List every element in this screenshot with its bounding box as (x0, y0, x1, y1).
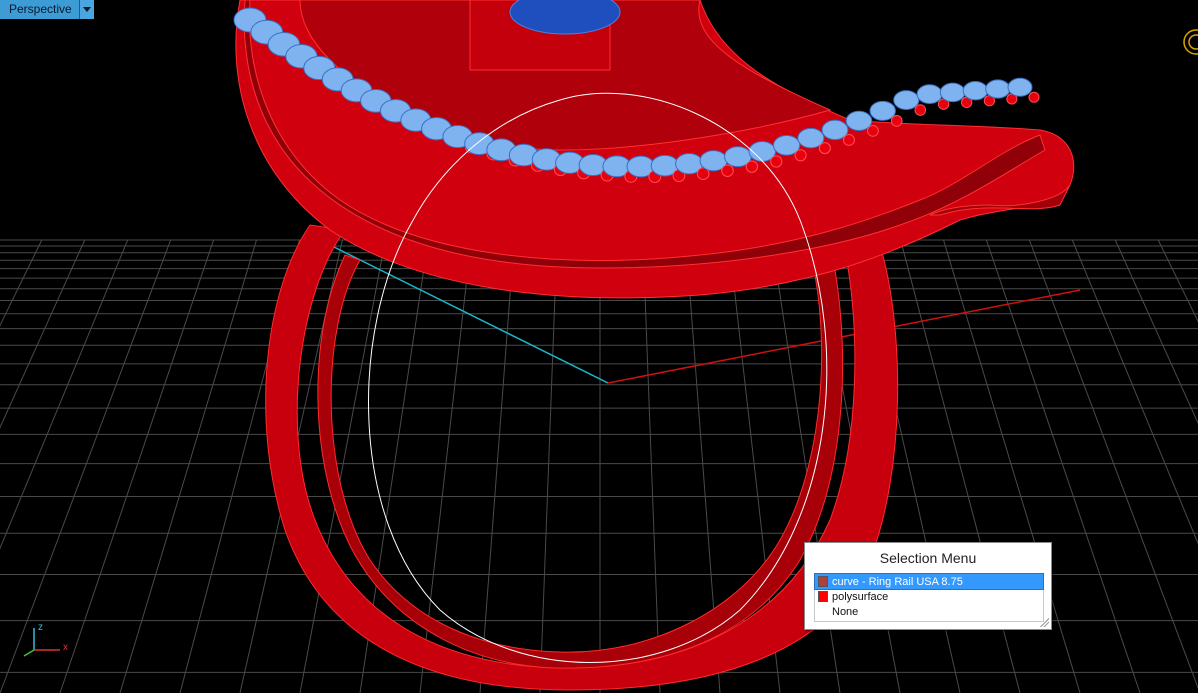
viewport-dropdown-icon[interactable] (79, 0, 94, 19)
selection-menu-item[interactable]: None (815, 604, 1043, 619)
color-swatch-icon (818, 591, 828, 602)
viewport-name[interactable]: Perspective (0, 0, 80, 19)
selection-item-label: None (832, 605, 859, 618)
gem-stone (985, 79, 1011, 99)
prong-bead (914, 104, 927, 116)
gem-stone (869, 100, 896, 121)
x-axis-line (607, 289, 1081, 384)
color-swatch-icon (818, 576, 828, 587)
prong-bead (745, 160, 759, 173)
resize-grip-icon[interactable] (1039, 617, 1049, 627)
gem-stone (916, 84, 943, 104)
prong-bead (770, 155, 783, 168)
brand-logo-icon (1183, 29, 1198, 55)
gem-stone (939, 82, 966, 103)
gem-stone (893, 90, 920, 110)
prong-bead (867, 124, 879, 137)
selection-item-label: curve - Ring Rail USA 8.75 (832, 575, 963, 588)
prong-bead (1028, 91, 1040, 103)
selection-menu-item[interactable]: polysurface (815, 589, 1043, 604)
selection-menu-title: Selection Menu (879, 550, 977, 566)
gem-stone (962, 81, 989, 101)
viewport-title-tab[interactable]: Perspective (0, 0, 94, 19)
selection-item-label: polysurface (832, 590, 889, 603)
prong-bead (818, 142, 831, 155)
selection-menu-item[interactable]: curve - Ring Rail USA 8.75 (814, 573, 1044, 590)
selection-menu-list: curve - Ring Rail USA 8.75 polysurface N… (814, 573, 1044, 622)
prong-bead (794, 149, 807, 162)
prong-bead (890, 115, 903, 127)
prong-bead (721, 164, 734, 177)
prong-bead (843, 134, 855, 146)
axis-z-label: z (38, 622, 43, 633)
perspective-viewport[interactable]: Perspective z x Selection Menu curve - R… (0, 0, 1198, 693)
gem-stone (845, 110, 873, 131)
gem-stone (1007, 77, 1033, 97)
color-swatch-icon (818, 606, 828, 617)
selection-menu: Selection Menu curve - Ring Rail USA 8.7… (804, 542, 1052, 630)
axis-x-label: x (63, 642, 68, 653)
